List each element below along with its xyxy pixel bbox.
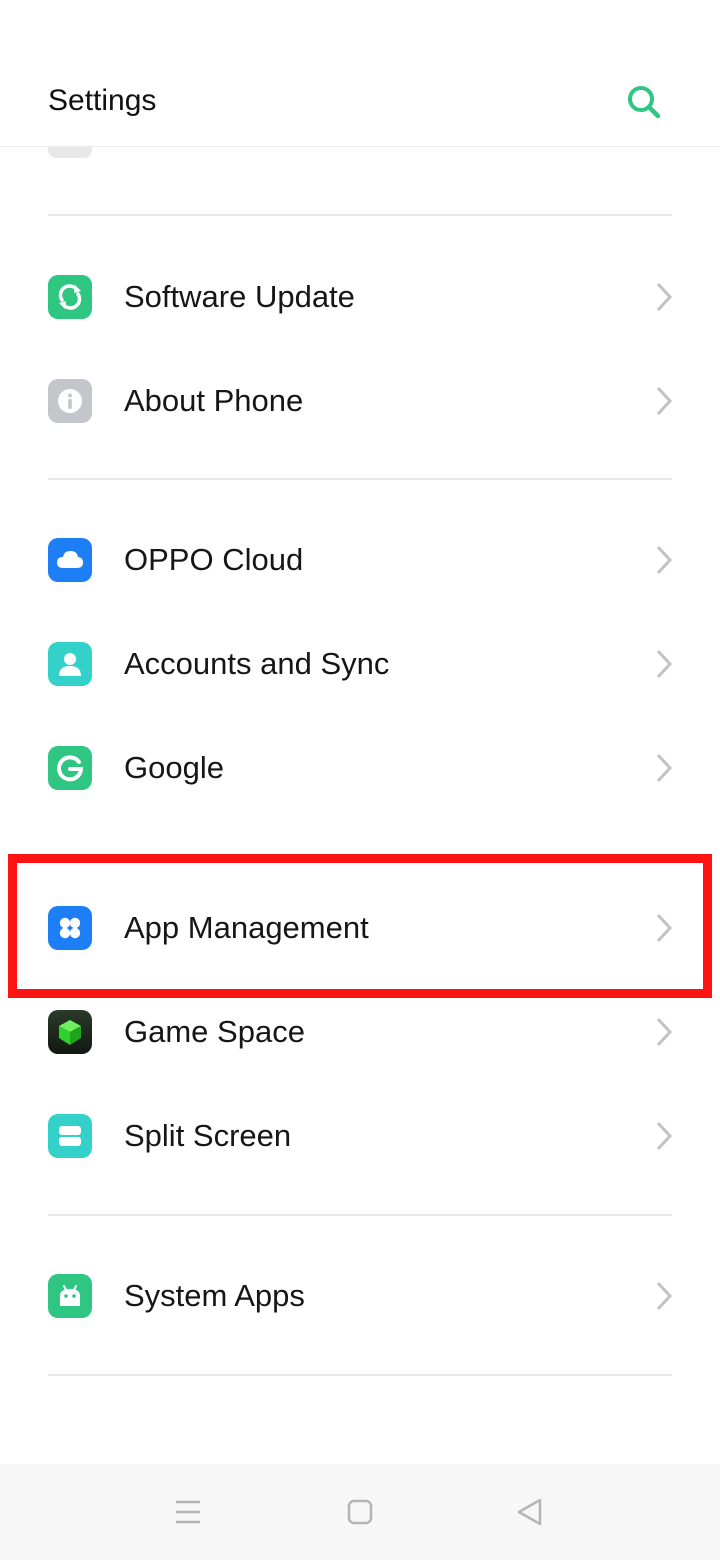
section-divider xyxy=(48,1374,672,1376)
settings-item-app-management[interactable]: App Management xyxy=(0,876,720,980)
android-icon xyxy=(48,1274,92,1318)
search-icon[interactable] xyxy=(624,82,664,122)
section-divider xyxy=(48,214,672,216)
app-grid-icon xyxy=(48,906,92,950)
user-icon xyxy=(48,642,92,686)
cloud-icon xyxy=(48,538,92,582)
settings-item-label: About Phone xyxy=(124,383,304,418)
back-icon[interactable] xyxy=(510,1492,550,1532)
settings-item-label: Accounts and Sync xyxy=(124,646,390,681)
chevron-right-icon xyxy=(656,1017,673,1047)
settings-item-oppo-cloud[interactable]: OPPO Cloud xyxy=(0,508,720,612)
settings-item-label: Split Screen xyxy=(124,1118,292,1153)
page-title: Settings xyxy=(48,84,157,117)
chevron-right-icon xyxy=(656,753,673,783)
settings-item-accounts-and-sync[interactable]: Accounts and Sync xyxy=(0,612,720,716)
settings-item-game-space[interactable]: Game Space xyxy=(0,980,720,1084)
chevron-right-icon xyxy=(656,386,673,416)
settings-item-label: App Management xyxy=(124,910,369,945)
settings-item-label: OPPO Cloud xyxy=(124,542,304,577)
chevron-right-icon xyxy=(656,649,673,679)
chevron-right-icon xyxy=(656,1121,673,1151)
settings-item-label: Google xyxy=(124,750,224,785)
navigation-bar xyxy=(0,1464,720,1560)
settings-item-google[interactable]: Google xyxy=(0,716,720,820)
settings-item-software-update[interactable]: Software Update xyxy=(0,245,720,349)
settings-item-label: System Apps xyxy=(124,1278,305,1313)
app-header: Settings xyxy=(0,0,720,147)
info-icon xyxy=(48,379,92,423)
settings-item-label: Software Update xyxy=(124,279,355,314)
split-screen-icon xyxy=(48,1114,92,1158)
section-divider xyxy=(48,1214,672,1216)
settings-item-split-screen[interactable]: Split Screen xyxy=(0,1084,720,1188)
section-divider xyxy=(48,478,672,480)
home-icon[interactable] xyxy=(340,1492,380,1532)
google-icon xyxy=(48,746,92,790)
refresh-icon xyxy=(48,275,92,319)
settings-item-system-apps[interactable]: System Apps xyxy=(0,1244,720,1348)
chevron-right-icon xyxy=(656,1281,673,1311)
settings-item-label: Game Space xyxy=(124,1014,305,1049)
menu-icon[interactable] xyxy=(168,1492,208,1532)
settings-item-about-phone[interactable]: About Phone xyxy=(0,349,720,453)
cube-icon xyxy=(48,1010,92,1054)
chevron-right-icon xyxy=(656,282,673,312)
chevron-right-icon xyxy=(656,545,673,575)
chevron-right-icon xyxy=(656,913,673,943)
